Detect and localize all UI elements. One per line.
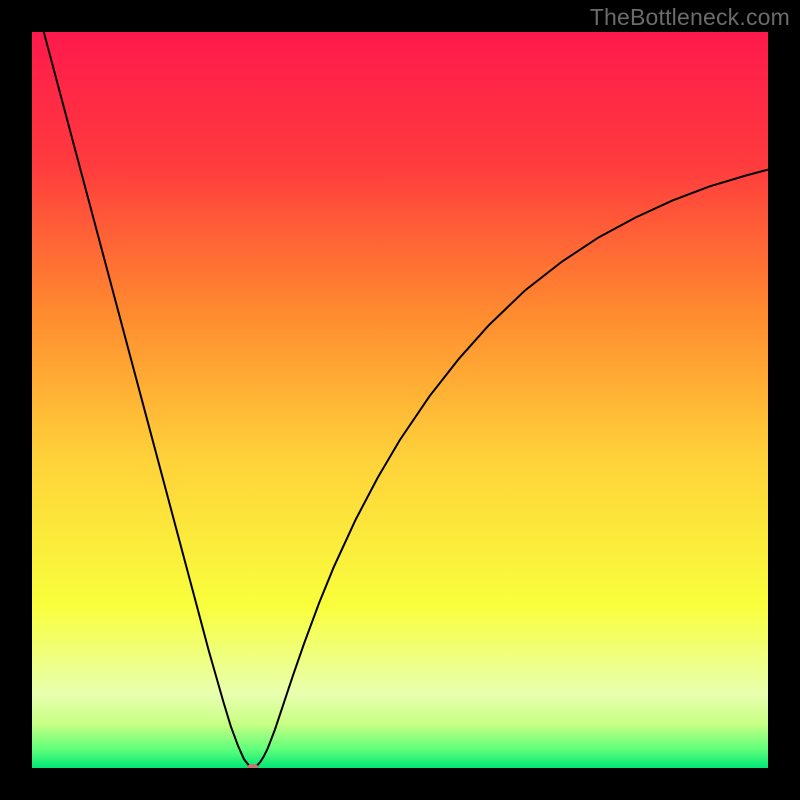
plot-area [32, 32, 768, 768]
watermark-text: TheBottleneck.com [590, 4, 790, 31]
plot-svg [32, 32, 768, 768]
chart-frame: TheBottleneck.com [0, 0, 800, 800]
